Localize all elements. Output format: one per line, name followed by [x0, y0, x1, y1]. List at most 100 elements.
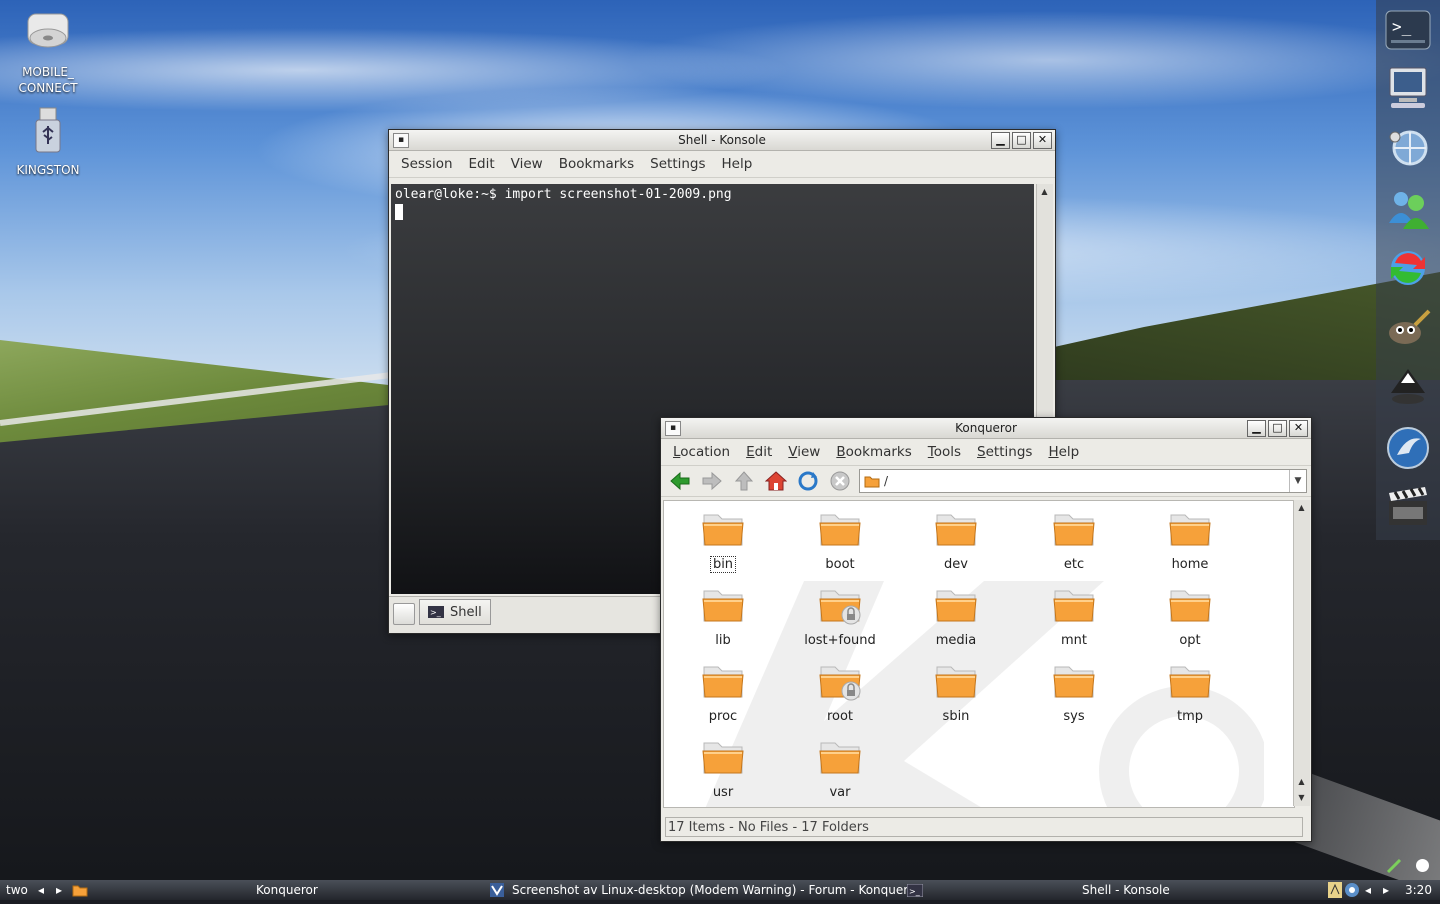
scroll-up-arrow[interactable]: ▲	[1038, 186, 1051, 198]
folder-icon	[1053, 514, 1095, 546]
folder-name: tmp	[1176, 709, 1203, 724]
inkscape-icon[interactable]	[1384, 364, 1432, 412]
next-desktop-arrow-icon[interactable]: ▸	[56, 880, 62, 900]
svg-text:>_: >_	[430, 608, 442, 617]
update-icon[interactable]	[1384, 244, 1432, 292]
folder-item[interactable]: usr	[668, 737, 778, 800]
prev-desktop-arrow-icon[interactable]: ◂	[38, 880, 44, 900]
folder-item[interactable]: sys	[1019, 661, 1129, 724]
task-konqueror[interactable]: Konqueror	[256, 880, 318, 900]
new-tab-button[interactable]	[393, 603, 415, 625]
folder-item[interactable]: boot	[785, 509, 895, 572]
menu-view[interactable]: View	[780, 444, 828, 460]
task-shell-konsole[interactable]: Shell - Konsole	[1082, 880, 1170, 900]
messenger-icon[interactable]	[1384, 184, 1432, 232]
folder-item[interactable]: mnt	[1019, 585, 1129, 648]
clock[interactable]: 3:20	[1405, 880, 1432, 900]
close-button[interactable]: ✕	[1289, 420, 1308, 437]
maximize-button[interactable]: □	[1268, 420, 1287, 437]
terminal-icon: >_	[906, 883, 924, 903]
scroll-up-arrow[interactable]: ▲	[1295, 502, 1308, 514]
folder-item[interactable]: root	[785, 661, 895, 724]
desktop-toggle-icon[interactable]	[1416, 859, 1429, 872]
folder-item[interactable]: var	[785, 737, 895, 800]
window-menu-button[interactable]: ▪	[393, 133, 409, 148]
terminal-icon[interactable]: >_	[1384, 6, 1432, 54]
menu-edit[interactable]: Edit	[461, 156, 503, 172]
pen-icon[interactable]	[1386, 858, 1404, 878]
folder-name: bin	[709, 556, 737, 573]
folder-icon[interactable]	[72, 883, 88, 903]
desktop-icon-label: CONNECT	[18, 81, 78, 95]
tab-shell[interactable]: >_ Shell	[419, 599, 491, 625]
menu-session[interactable]: Session	[393, 156, 461, 172]
virtual-desktop-name[interactable]: two	[6, 880, 28, 900]
folder-item[interactable]: home	[1135, 509, 1245, 572]
folder-item[interactable]: sbin	[901, 661, 1011, 724]
home-icon[interactable]	[763, 468, 789, 494]
terminal-command-line: olear@loke:~$ import screenshot-01-2009.…	[395, 187, 732, 202]
computer-icon[interactable]	[1384, 64, 1432, 112]
music-player-icon[interactable]	[1384, 424, 1432, 472]
file-view-scrollbar[interactable]: ▲ ▲ ▼	[1293, 500, 1310, 806]
back-arrow-icon[interactable]	[667, 468, 693, 494]
next-arrow-icon[interactable]: ▸	[1383, 880, 1389, 900]
scroll-up-arrow[interactable]: ▲	[1295, 776, 1308, 788]
minimize-button[interactable]: ▁	[1247, 420, 1266, 437]
taskbar: two ◂ ▸ Konqueror Screenshot av Linux-de…	[0, 880, 1440, 900]
folder-icon	[935, 590, 977, 622]
gimp-icon[interactable]	[1384, 304, 1432, 352]
folder-name: lost+found	[804, 633, 876, 648]
folder-item[interactable]: proc	[668, 661, 778, 724]
video-editor-icon[interactable]	[1384, 484, 1432, 532]
stop-icon[interactable]	[827, 468, 853, 494]
location-bar[interactable]: / ▼	[859, 469, 1307, 493]
browser-icon	[490, 883, 504, 903]
folder-icon	[702, 666, 744, 698]
minimize-button[interactable]: ▁	[991, 132, 1010, 149]
file-view[interactable]: bin boot dev etc home lib lost+found media mnt op…	[663, 500, 1295, 808]
menu-location[interactable]: Location	[665, 444, 738, 460]
network-tray-icon[interactable]	[1344, 882, 1360, 904]
folder-item[interactable]: etc	[1019, 509, 1129, 572]
folder-item[interactable]: tmp	[1135, 661, 1245, 724]
up-arrow-icon[interactable]	[731, 468, 757, 494]
window-menu-button[interactable]: ▪	[665, 421, 681, 436]
folder-item[interactable]: media	[901, 585, 1011, 648]
menu-help[interactable]: Help	[1040, 444, 1087, 460]
folder-item[interactable]: dev	[901, 509, 1011, 572]
folder-item[interactable]: opt	[1135, 585, 1245, 648]
location-dropdown-icon[interactable]: ▼	[1289, 470, 1306, 492]
desktop-icon-mobile-connect[interactable]: MOBILE_ CONNECT	[6, 8, 90, 96]
menu-settings[interactable]: Settings	[969, 444, 1040, 460]
folder-name: opt	[1179, 633, 1201, 648]
tray-applet-icon[interactable]	[1328, 882, 1342, 904]
maximize-button[interactable]: □	[1012, 132, 1031, 149]
menu-help[interactable]: Help	[714, 156, 761, 172]
close-button[interactable]: ✕	[1033, 132, 1052, 149]
menu-bookmarks[interactable]: Bookmarks	[551, 156, 642, 172]
folder-item[interactable]: bin	[668, 509, 778, 573]
forward-arrow-icon[interactable]	[699, 468, 725, 494]
task-forum-konqueror[interactable]: Screenshot av Linux-desktop (Modem Warni…	[512, 880, 920, 900]
folder-item[interactable]: lib	[668, 585, 778, 648]
konsole-titlebar[interactable]: ▪ Shell - Konsole ▁ □ ✕	[389, 130, 1055, 151]
reload-icon[interactable]	[795, 468, 821, 494]
folder-icon	[1169, 666, 1211, 698]
menu-settings[interactable]: Settings	[642, 156, 713, 172]
menu-view[interactable]: View	[503, 156, 551, 172]
prev-arrow-icon[interactable]: ◂	[1365, 880, 1371, 900]
desktop-icon-label: MOBILE_	[22, 65, 74, 79]
konqueror-titlebar[interactable]: ▪ Konqueror ▁ □ ✕	[661, 418, 1311, 439]
network-icon[interactable]	[1384, 124, 1432, 172]
scroll-down-arrow[interactable]: ▼	[1295, 792, 1308, 804]
menu-edit[interactable]: Edit	[738, 444, 780, 460]
svg-text:>_: >_	[1392, 17, 1412, 36]
menu-bookmarks[interactable]: Bookmarks	[828, 444, 919, 460]
folder-name: var	[829, 785, 851, 800]
konqueror-toolbar: / ▼	[661, 466, 1311, 497]
location-path: /	[884, 474, 889, 488]
menu-tools[interactable]: Tools	[920, 444, 969, 460]
desktop-icon-kingston[interactable]: KINGSTON	[6, 106, 90, 178]
folder-item[interactable]: lost+found	[785, 585, 895, 648]
